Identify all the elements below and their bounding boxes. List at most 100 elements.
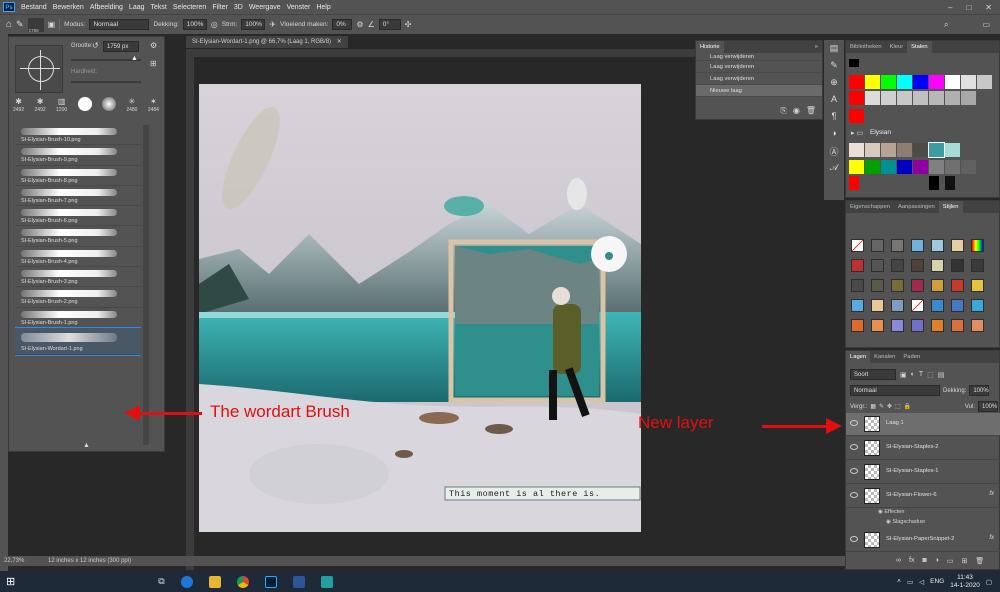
layer-fx-badge[interactable]: fx <box>989 535 994 541</box>
brush-item-selected[interactable]: SI-Elysian-Wordart-1.png <box>15 326 141 356</box>
adjustments-icon[interactable]: ◑ <box>826 128 842 142</box>
flow-field[interactable]: 100% <box>241 19 266 30</box>
swatch[interactable] <box>945 75 960 89</box>
layer-filter-select[interactable]: Soort <box>850 369 896 380</box>
swatch[interactable] <box>913 75 928 89</box>
tab-channels[interactable]: Kanalen <box>870 351 899 363</box>
brush-panel-toggle-icon[interactable]: ▣ <box>48 20 56 29</box>
style-swatch[interactable] <box>871 239 884 252</box>
tab-libraries[interactable]: Bibliotheken <box>846 41 886 53</box>
style-swatch[interactable] <box>871 299 884 312</box>
brush-item[interactable]: SI-Elysian-Brush-9.png <box>15 145 141 166</box>
swatch[interactable] <box>961 160 976 174</box>
tab-history[interactable]: Historie <box>696 41 724 53</box>
style-swatch[interactable] <box>971 239 984 252</box>
swatch[interactable] <box>881 91 896 105</box>
menu-afbeelding[interactable]: Afbeelding <box>87 4 126 11</box>
canvas-artwork[interactable]: This moment is al there is. <box>199 84 641 532</box>
add-mask-icon[interactable]: ◙ <box>922 557 926 565</box>
style-swatch[interactable] <box>951 259 964 272</box>
adjustment-layer-icon[interactable]: ◑ <box>935 557 939 565</box>
tab-properties[interactable]: Eigenschappen <box>846 201 894 213</box>
style-swatch[interactable] <box>951 279 964 292</box>
smoothing-field[interactable]: 0% <box>332 19 353 30</box>
tab-color[interactable]: Kleur <box>886 41 908 53</box>
tab-adjustments[interactable]: Aanpassingen <box>894 201 939 213</box>
group-icon[interactable]: ▭ <box>947 557 954 565</box>
style-swatch[interactable] <box>951 319 964 332</box>
add-style-icon[interactable]: fx <box>909 557 914 565</box>
brush-item[interactable]: SI-Elysian-Brush-2.png <box>15 287 141 308</box>
notifications-icon[interactable]: ▢ <box>986 578 992 586</box>
app-icon[interactable] <box>320 575 333 588</box>
style-swatch[interactable] <box>951 299 964 312</box>
style-swatch[interactable] <box>851 299 864 312</box>
swatch[interactable] <box>865 91 880 105</box>
menu-laag[interactable]: Laag <box>126 4 148 11</box>
brush-list-scrollbar[interactable] <box>143 125 149 445</box>
menu-filter[interactable]: Filter <box>209 4 231 11</box>
swatch[interactable] <box>897 160 912 174</box>
swatch[interactable] <box>929 176 939 190</box>
menu-help[interactable]: Help <box>313 4 333 11</box>
brush-preset-picker[interactable]: 1759 <box>27 17 44 33</box>
swatch[interactable] <box>881 143 896 157</box>
swatch[interactable] <box>897 75 912 89</box>
lock-artboard-icon[interactable]: ⬚ <box>895 403 901 410</box>
resize-handle-icon[interactable]: ▲ <box>83 442 90 449</box>
swatch[interactable] <box>961 75 976 89</box>
swatch[interactable] <box>849 75 864 89</box>
style-swatch[interactable] <box>911 319 924 332</box>
preset-3[interactable]: ▥ 1200 <box>56 97 67 121</box>
layer-fx-badge[interactable]: fx <box>989 491 994 497</box>
paragraph-icon[interactable]: ¶ <box>826 111 842 125</box>
menu-bewerken[interactable]: Bewerken <box>50 4 87 11</box>
swatch[interactable] <box>913 143 928 157</box>
swatch[interactable] <box>945 176 955 190</box>
language-indicator[interactable]: ENG <box>930 578 944 585</box>
brush-item[interactable]: SI-Elysian-Brush-5.png <box>15 226 141 247</box>
style-swatch[interactable] <box>911 239 924 252</box>
new-document-icon[interactable]: ⎘ <box>780 106 786 116</box>
swatch[interactable] <box>928 142 945 158</box>
swatch[interactable] <box>913 91 928 105</box>
workspace-icon[interactable]: ▭ <box>982 20 990 29</box>
style-swatch[interactable] <box>871 279 884 292</box>
style-swatch[interactable] <box>851 279 864 292</box>
swatch[interactable] <box>945 160 960 174</box>
style-swatch[interactable] <box>931 239 944 252</box>
delete-layer-icon[interactable]: 🗑 <box>975 557 984 565</box>
tray-chevron-icon[interactable]: ˄ <box>897 578 901 585</box>
style-swatch[interactable] <box>851 319 864 332</box>
pixel-filter-icon[interactable]: ▣ <box>900 371 907 379</box>
photoshop-taskbar-icon[interactable] <box>264 575 277 588</box>
tab-swatches[interactable]: Stalen <box>907 41 932 53</box>
style-swatch[interactable] <box>971 299 984 312</box>
effects-row[interactable]: ◉ Effecten <box>878 509 904 515</box>
menu-selecteren[interactable]: Selecteren <box>170 4 209 11</box>
style-swatch[interactable] <box>931 259 944 272</box>
close-icon[interactable]: ✕ <box>985 3 992 12</box>
swatch[interactable] <box>849 160 864 174</box>
style-swatch[interactable] <box>931 319 944 332</box>
swatch[interactable] <box>929 75 944 89</box>
brush-tool-icon[interactable]: ✎ <box>16 19 24 30</box>
style-swatch[interactable] <box>911 279 924 292</box>
swatch[interactable] <box>913 160 928 174</box>
snapshot-icon[interactable]: ◉ <box>793 106 800 116</box>
angle-field[interactable]: 0° <box>378 19 401 30</box>
style-swatch[interactable] <box>911 299 924 312</box>
swatch[interactable] <box>849 176 859 190</box>
pressure-opacity-icon[interactable]: ◎ <box>211 20 218 29</box>
brush-item[interactable]: SI-Elysian-Brush-6.png <box>15 206 141 227</box>
preset-2[interactable]: ✱ 2492 <box>35 97 46 121</box>
lock-all-icon[interactable]: 🔒 <box>904 403 911 410</box>
brush-settings-icon[interactable]: ✎ <box>826 60 842 74</box>
reset-size-icon[interactable]: ↺ <box>92 41 99 50</box>
brush-item[interactable]: SI-Elysian-Brush-7.png <box>15 185 141 207</box>
layer-row[interactable]: SI-Elysian-Flower-6 fx <box>846 485 1000 508</box>
style-swatch[interactable] <box>971 319 984 332</box>
style-swatch[interactable] <box>931 299 944 312</box>
adjustment-filter-icon[interactable]: ◐ <box>911 371 915 378</box>
opacity-field[interactable]: 100% <box>182 19 207 30</box>
